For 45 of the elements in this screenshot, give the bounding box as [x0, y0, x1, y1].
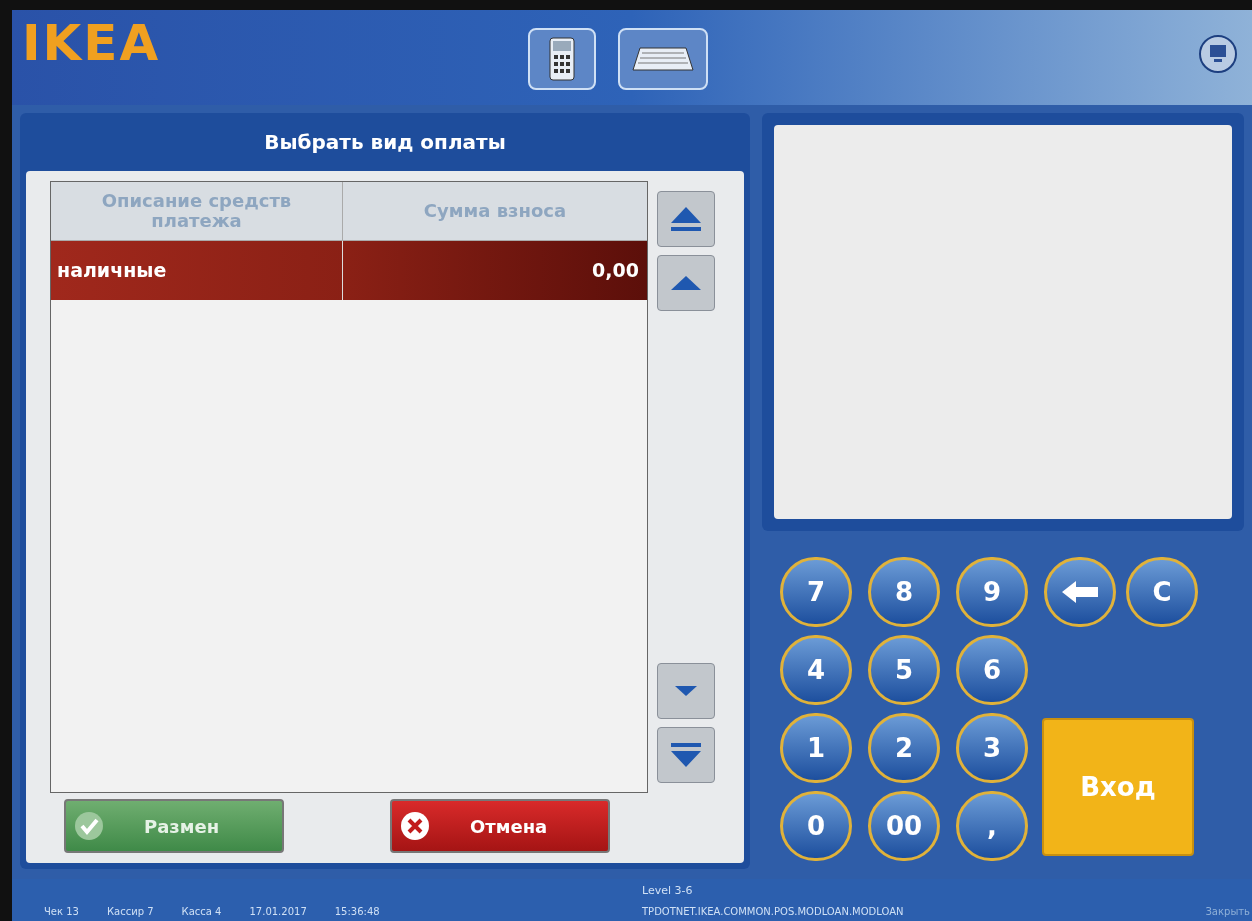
keypad-key[interactable]: 1: [780, 713, 852, 783]
scroll-top-button[interactable]: [657, 191, 715, 247]
status-item: Касса 4: [181, 905, 222, 919]
calculator-icon: [549, 37, 575, 81]
keypad-key[interactable]: 7: [780, 557, 852, 627]
keyboard-button[interactable]: [618, 28, 708, 90]
scroll-up-button[interactable]: [657, 255, 715, 311]
keypad-key[interactable]: 0: [780, 791, 852, 861]
keypad-key[interactable]: 00: [868, 791, 940, 861]
table-cell-text: 0,00: [591, 258, 640, 284]
level-label: Level 3-6: [642, 883, 693, 899]
down-arrow-icon: [675, 686, 697, 696]
scroll-bottom-button[interactable]: [657, 727, 715, 783]
keypad-key[interactable]: 2: [868, 713, 940, 783]
table-cell: наличные: [51, 241, 343, 300]
column-header: Сумма взноса: [422, 199, 568, 223]
keypad-key[interactable]: C: [1126, 557, 1198, 627]
status-item: 17.01.2017: [249, 905, 307, 919]
status-item: Чек 13: [44, 905, 79, 919]
left-arrow-icon: [1060, 579, 1100, 605]
logo: IKEA: [22, 18, 161, 68]
keypad-key[interactable]: 6: [956, 635, 1028, 705]
table-row[interactable]: наличные 0,00: [51, 240, 647, 300]
close-icon: [400, 811, 430, 841]
monitor-icon[interactable]: [1198, 34, 1238, 74]
check-icon: [74, 811, 104, 841]
status-item: 15:36:48: [334, 905, 380, 919]
down-arrow-icon: [671, 743, 701, 767]
keypad-key[interactable]: 4: [780, 635, 852, 705]
close-label[interactable]: Закрыть: [1205, 904, 1250, 919]
change-button[interactable]: Размен: [64, 799, 284, 853]
calculator-button[interactable]: [528, 28, 596, 90]
panel-title: Выбрать вид оплаты: [263, 129, 507, 156]
keypad-key[interactable]: ,: [956, 791, 1028, 861]
up-arrow-icon: [671, 207, 701, 231]
up-arrow-icon: [671, 276, 701, 290]
keypad-key[interactable]: 9: [956, 557, 1028, 627]
cancel-button[interactable]: Отмена: [390, 799, 610, 853]
keypad-key[interactable]: 8: [868, 557, 940, 627]
status-item: Кассир 7: [106, 905, 154, 919]
keypad-key[interactable]: 5: [868, 635, 940, 705]
module-label: TPDOTNET.IKEA.COMMON.POS.MODLOAN.MODLOAN: [642, 905, 904, 919]
keyboard-icon: [632, 46, 694, 72]
keypad-key[interactable]: 3: [956, 713, 1028, 783]
scroll-down-button[interactable]: [657, 663, 715, 719]
